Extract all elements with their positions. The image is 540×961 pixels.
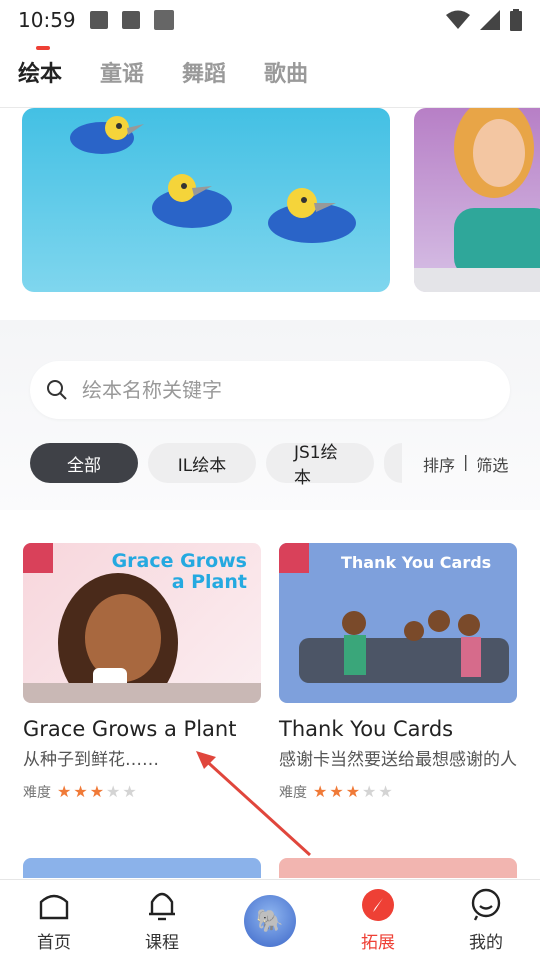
annotation-arrow — [196, 751, 312, 857]
chip-il-books[interactable]: IL绘本 — [148, 443, 256, 483]
rating-stars: ★ ★ ★ ★ ★ — [57, 784, 137, 800]
status-bar: 10:59 — [0, 0, 540, 40]
elephant-mascot-icon: 🐘 — [244, 895, 296, 947]
nav-label: 拓展 — [361, 933, 395, 953]
tab-dance[interactable]: 舞蹈 — [182, 56, 226, 107]
sort-filter: 排序 | 筛选 — [423, 452, 508, 476]
book-title: Thank You Cards — [279, 717, 454, 741]
home-icon — [39, 894, 69, 920]
search-icon — [47, 380, 67, 400]
star-empty-icon: ★ — [362, 782, 377, 801]
sort-button[interactable]: 排序 — [423, 452, 455, 476]
nav-mascot[interactable]: 🐘 — [216, 880, 324, 961]
bottom-nav: 首页 课程 🐘 拓展 我的 — [0, 879, 540, 961]
filter-button[interactable]: 筛选 — [476, 452, 508, 476]
star-empty-icon: ★ — [378, 782, 393, 801]
image-icon — [89, 11, 108, 29]
banner-birds[interactable] — [22, 108, 390, 292]
tab-picture-book[interactable]: 绘本 — [18, 46, 62, 107]
smile-icon — [471, 888, 501, 921]
tab-songs[interactable]: 歌曲 — [264, 56, 308, 107]
cover-title: Grace Grows a Plant — [111, 550, 247, 593]
book-card-peek[interactable] — [23, 858, 261, 878]
star-empty-icon: ★ — [106, 782, 121, 801]
nav-home[interactable]: 首页 — [0, 880, 108, 961]
font-icon — [121, 11, 140, 29]
book-title: Grace Grows a Plant — [23, 717, 237, 741]
nav-label: 课程 — [145, 933, 179, 953]
book-card-peek[interactable] — [279, 858, 517, 878]
nav-profile[interactable]: 我的 — [432, 880, 540, 961]
star-filled-icon: ★ — [57, 782, 72, 801]
star-filled-icon: ★ — [89, 782, 105, 801]
difficulty-label: 难度 — [23, 785, 51, 801]
compass-icon — [362, 889, 394, 921]
nav-label: 我的 — [469, 933, 503, 953]
birds-illustration — [70, 116, 356, 243]
chip-more[interactable] — [384, 443, 402, 483]
wifi-icon — [446, 10, 470, 29]
category-tabs: 绘本 童谣 舞蹈 歌曲 — [0, 46, 540, 108]
star-filled-icon: ★ — [345, 782, 361, 801]
clock: 10:59 — [18, 8, 76, 32]
chip-all[interactable]: 全部 — [30, 443, 138, 483]
battery-icon — [510, 9, 522, 31]
tab-nursery-rhymes[interactable]: 童谣 — [100, 56, 144, 107]
notification-icon — [153, 10, 174, 30]
book-cover: Thank You Cards — [279, 543, 517, 703]
star-filled-icon: ★ — [329, 782, 344, 801]
filter-chips: 全部 IL绘本 JS1绘本 — [30, 443, 402, 488]
book-cover: Grace Grows a Plant — [23, 543, 261, 703]
chip-js1-books[interactable]: JS1绘本 — [266, 443, 374, 488]
rating-stars: ★ ★ ★ ★ ★ — [313, 784, 393, 800]
star-filled-icon: ★ — [73, 782, 88, 801]
search-input[interactable] — [80, 377, 464, 403]
nav-label: 首页 — [37, 933, 71, 953]
divider: | — [463, 452, 469, 471]
banner-woman[interactable] — [414, 108, 540, 292]
search-bar[interactable] — [30, 361, 510, 419]
signal-icon — [480, 10, 500, 30]
bell-icon — [149, 892, 175, 921]
cover-title: Thank You Cards — [341, 553, 492, 572]
woman-illustration — [414, 108, 540, 292]
nav-courses[interactable]: 课程 — [108, 880, 216, 961]
nav-explore[interactable]: 拓展 — [324, 880, 432, 961]
star-empty-icon: ★ — [122, 782, 137, 801]
